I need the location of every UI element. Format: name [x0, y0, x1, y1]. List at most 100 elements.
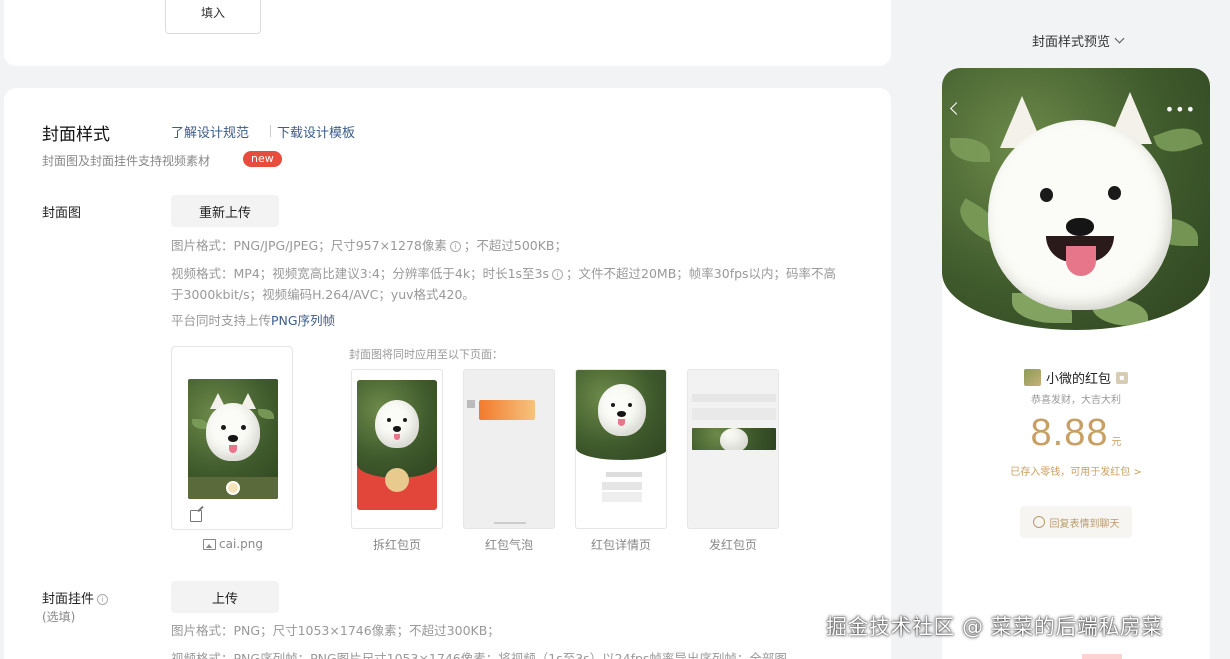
reupload-button[interactable]: 重新上传	[171, 195, 279, 227]
dog-eye	[611, 403, 615, 407]
home-bar	[494, 522, 526, 524]
edit-icon[interactable]	[190, 510, 202, 522]
image-spec: 图片格式：PNG/JPG/JPEG；尺寸957×1278像素 i ；不超过500KB…	[171, 235, 567, 256]
sender-avatar	[1023, 369, 1041, 386]
apply-title: 封面图将同时应用至以下页面：	[349, 348, 503, 361]
chevron-down-icon	[1114, 33, 1125, 44]
skeleton-line	[602, 482, 642, 490]
sender-name: 小微的红包	[1045, 372, 1111, 387]
fill-button[interactable]: 填入	[165, 0, 261, 34]
phone-cover-image: •••	[942, 68, 1210, 330]
cover-thumbnail[interactable]	[171, 346, 293, 530]
red-packet	[357, 380, 437, 510]
dog-tongue	[229, 445, 237, 453]
packet-cover	[357, 380, 437, 478]
leaf-shape	[950, 138, 990, 162]
image-icon	[203, 538, 216, 550]
reply-button-label: 回复表情到聊天	[1049, 518, 1120, 530]
video-spec-text: 视频格式：MP4；视频宽高比建议3:4；分辨率低于4k；时长1s至3s	[171, 266, 550, 281]
png-seq-link[interactable]: PNG序列帧	[271, 313, 335, 328]
amount-unit: 元	[1111, 437, 1122, 448]
avatar	[467, 400, 475, 408]
greeting: 恭喜发财，大吉大利	[1031, 395, 1121, 406]
leaf-shape	[1153, 121, 1203, 159]
image-spec-text: 图片格式：PNG/JPG/JPEG；尺寸957×1278像素	[171, 238, 447, 253]
preview-label-open: 拆红包页	[372, 538, 421, 552]
leaf-shape	[258, 409, 274, 419]
watermark: 掘金技术社区 @ 菜菜的后端私房菜	[826, 615, 1163, 639]
upload-button[interactable]: 上传	[171, 581, 279, 613]
png-seq-prefix: 平台同时支持上传	[171, 313, 272, 328]
dog-tongue	[1066, 246, 1096, 276]
phone-preview: ••• 小微的红包 ▪ 恭喜发财，大吉大利 8.88 元 已存入零钱，可用于发红包…	[942, 68, 1210, 659]
file-name-text: cai.png	[219, 537, 263, 551]
cover-style-card: 封面样式 了解设计规范 下载设计模板 封面图及封面挂件支持视频素材 new 封面…	[4, 88, 891, 659]
image-spec-text-2: ；不超过500KB；	[463, 238, 568, 253]
preview-label-bubble: 红包气泡	[484, 538, 533, 552]
pendant-video-spec: 视频格式：PNG序列帧；PNG图片尺寸1053×1746像素；将视频（1s至3s…	[171, 651, 787, 659]
pendant-coin	[226, 481, 240, 495]
design-guide-link[interactable]: 了解设计规范	[171, 122, 249, 141]
pendant-label-text: 封面挂件	[42, 592, 95, 607]
dog-eye	[387, 418, 391, 422]
preview-detail[interactable]	[575, 369, 667, 529]
new-badge: new	[243, 151, 282, 167]
send-cover	[692, 428, 776, 450]
preview-label-send: 发红包页	[708, 538, 757, 552]
dog-head	[598, 384, 646, 436]
detail-cover	[576, 370, 666, 460]
dog-tongue	[394, 434, 400, 440]
skeleton-line	[692, 408, 776, 420]
smile-icon	[1032, 516, 1045, 528]
dog-eye	[1040, 188, 1053, 202]
skeleton-line	[606, 472, 642, 477]
section-title: 封面样式	[42, 125, 110, 145]
open-button	[385, 468, 409, 492]
amount-value: 8.88	[1030, 412, 1109, 454]
info-icon[interactable]: i	[97, 594, 109, 605]
dog-eye	[403, 418, 407, 422]
pendant-label: 封面挂件 i	[42, 588, 111, 607]
info-icon[interactable]: i	[449, 241, 461, 252]
preview-send[interactable]	[687, 369, 779, 529]
dog-eye	[241, 425, 246, 430]
pendant-image-spec: 图片格式：PNG；尺寸1053×1746像素；不超过300KB；	[171, 623, 500, 638]
sender-row: 小微的红包 ▪	[942, 368, 1210, 387]
fill-button-label: 填入	[200, 6, 225, 20]
video-spec: 视频格式：MP4；视频宽高比建议3:4；分辨率低于4k；时长1s至3s i ；文件不…	[171, 263, 841, 305]
dog-nose	[1066, 218, 1094, 236]
dog-eye	[628, 403, 632, 407]
pendant-optional: (选填)	[42, 610, 76, 624]
preview-style-dropdown[interactable]: 封面样式预览	[1032, 31, 1125, 50]
dog-nose	[617, 411, 626, 417]
dog-nose	[228, 435, 238, 442]
preview-open-packet[interactable]	[351, 369, 443, 529]
top-card: 填入	[4, 0, 891, 66]
dog-head	[375, 400, 419, 448]
cover-image-label: 封面图	[42, 206, 82, 221]
corner-mark	[1082, 654, 1122, 659]
section-subtitle: 封面图及封面挂件支持视频素材	[42, 154, 211, 168]
reply-emoji-button[interactable]: 回复表情到聊天	[1020, 506, 1132, 538]
dog-nose	[393, 426, 401, 432]
preview-title: 封面样式预览	[1032, 35, 1111, 50]
dog-head	[720, 428, 748, 450]
more-icon[interactable]: •••	[1165, 100, 1196, 119]
dog-eye	[1108, 186, 1121, 200]
sender-tag-icon: ▪	[1116, 371, 1128, 384]
amount: 8.88 元	[942, 412, 1210, 455]
skeleton-line	[692, 394, 776, 402]
cover-image	[188, 379, 278, 499]
link-divider	[270, 125, 271, 137]
dog-tongue	[618, 419, 625, 426]
preview-bubble[interactable]	[463, 369, 555, 529]
png-seq-note: 平台同时支持上传PNG序列帧	[171, 310, 335, 331]
stored-link[interactable]: 已存入零钱，可用于发红包 >	[942, 463, 1210, 478]
file-name: cai.png	[203, 537, 263, 551]
skeleton-line	[602, 492, 642, 502]
preview-label-detail: 红包详情页	[590, 538, 651, 552]
download-template-link[interactable]: 下载设计模板	[277, 122, 355, 141]
info-icon[interactable]: i	[552, 269, 564, 280]
dog-head	[988, 120, 1172, 310]
back-icon[interactable]	[950, 102, 963, 115]
